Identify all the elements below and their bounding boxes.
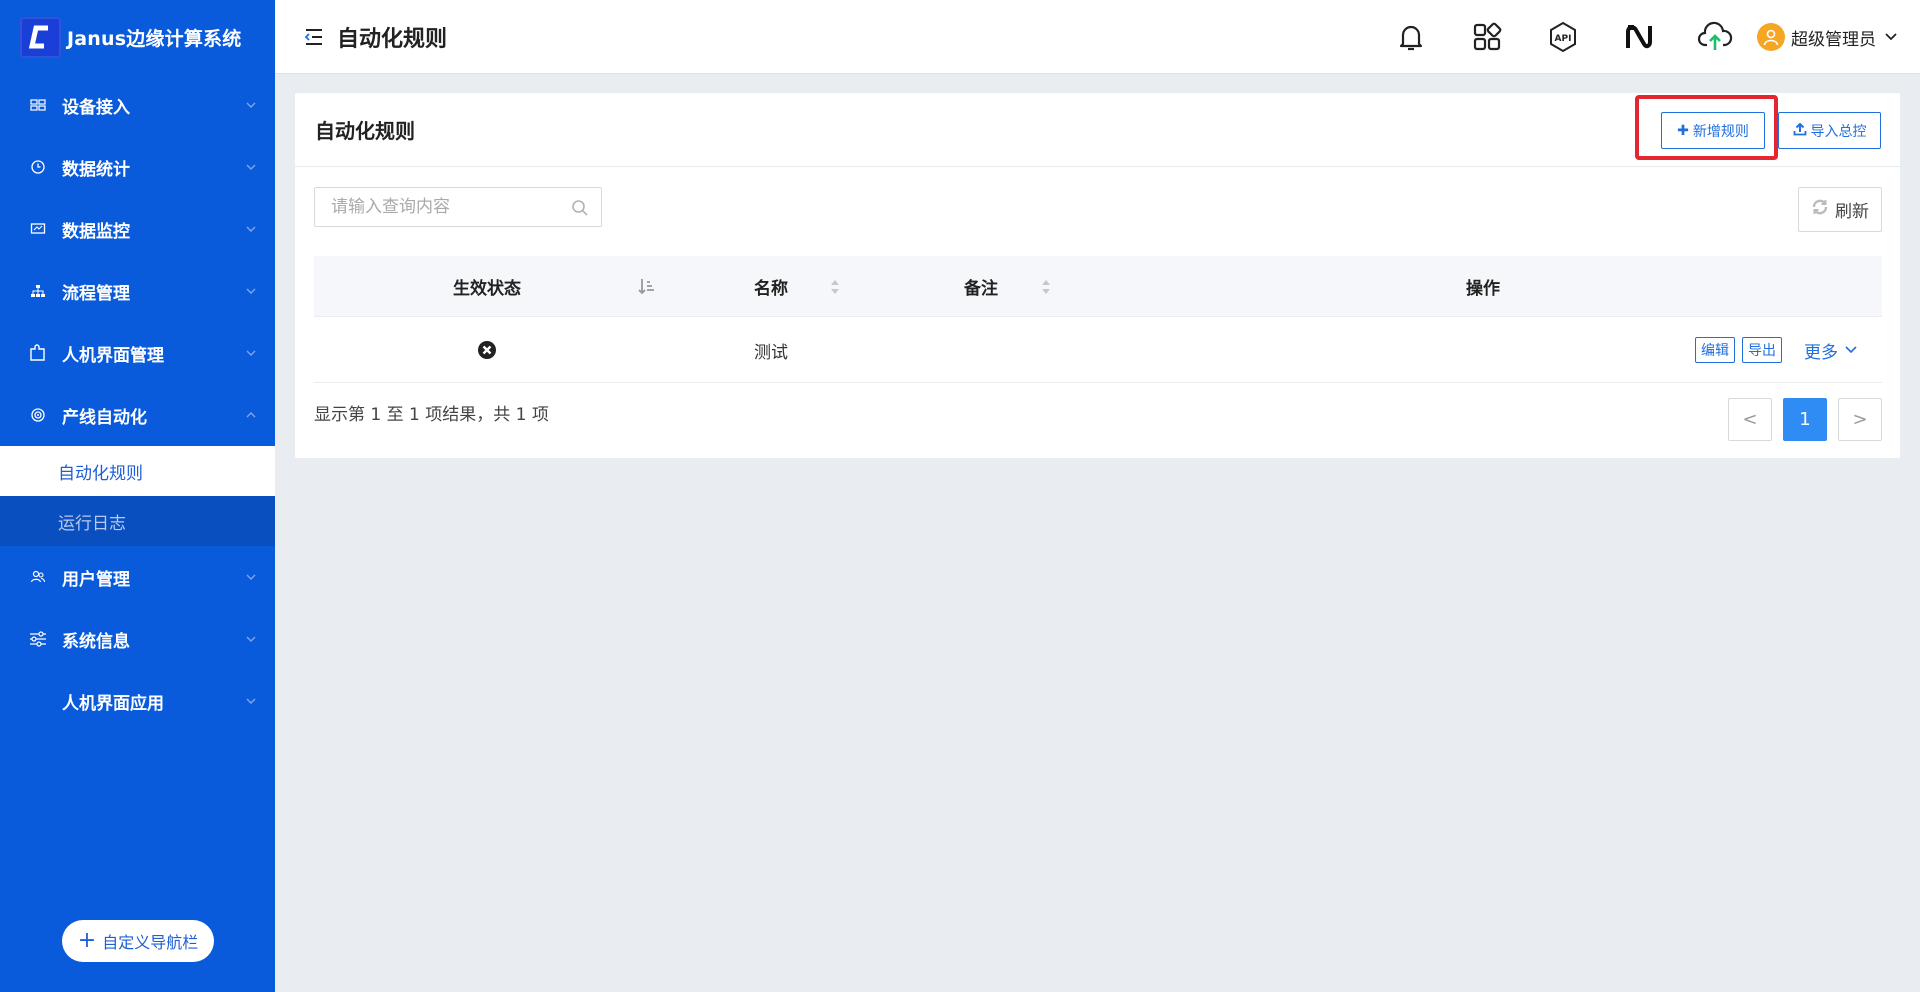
bell-icon[interactable] — [1373, 0, 1449, 74]
sidebar-item-data-monitor[interactable]: 数据监控 — [0, 198, 275, 260]
card-header: 自动化规则 ✚ 新增规则 导入总控 — [295, 93, 1900, 167]
custom-nav-label: 自定义导航栏 — [102, 933, 199, 952]
sidebar-item-system-info[interactable]: 系统信息 — [0, 608, 275, 670]
add-rule-label: 新增规则 — [1692, 123, 1749, 140]
edit-button[interactable]: 编辑 — [1695, 337, 1735, 363]
page-button-current[interactable]: 1 — [1783, 398, 1827, 441]
sidebar-subitem-automation-rules[interactable]: 自动化规则 — [0, 446, 275, 496]
status-cell — [477, 317, 497, 383]
svg-text:API: API — [1555, 34, 1572, 44]
refresh-label: 刷新 — [1835, 202, 1869, 222]
upload-icon — [1793, 122, 1807, 140]
import-master-label: 导入总控 — [1810, 123, 1867, 140]
custom-nav-button[interactable]: + 自定义导航栏 — [62, 920, 214, 962]
sidebar-item-user-management[interactable]: 用户管理 — [0, 546, 275, 608]
refresh-button[interactable]: 刷新 — [1798, 187, 1882, 232]
pagination-summary: 显示第 1 至 1 项结果，共 1 项 — [314, 405, 549, 425]
device-icon — [28, 95, 48, 115]
inactive-status-icon — [478, 341, 496, 359]
puzzle-icon — [28, 343, 48, 363]
sidebar: Janus边缘计算系统 设备接入 数据统计 数据监控 流程管理 人机界面管理 产… — [0, 0, 275, 992]
search-icon[interactable] — [571, 199, 589, 221]
chevron-down-icon — [246, 226, 256, 232]
export-button[interactable]: 导出 — [1742, 337, 1782, 363]
column-header-actions: 操作 — [1466, 279, 1500, 299]
chevron-up-icon — [246, 412, 256, 418]
sidebar-item-label: 人机界面应用 — [62, 693, 164, 714]
api-icon[interactable]: API — [1525, 0, 1601, 74]
avatar — [1757, 23, 1785, 51]
rules-card: 自动化规则 ✚ 新增规则 导入总控 刷新 生效状态 名称 备注 — [295, 93, 1900, 458]
chevron-down-icon — [246, 288, 256, 294]
chevron-down-icon — [246, 636, 256, 642]
blank-icon — [28, 691, 48, 711]
sidebar-item-line-automation[interactable]: 产线自动化 — [0, 384, 275, 446]
chevron-down-icon — [246, 350, 256, 356]
rules-table: 生效状态 名称 备注 操作 测试 编辑 导出 更多 — [314, 256, 1882, 383]
more-dropdown[interactable]: 更多 — [1804, 338, 1858, 363]
column-header-status[interactable]: 生效状态 — [453, 256, 521, 317]
sidebar-subitem-run-log[interactable]: 运行日志 — [0, 496, 275, 546]
cloud-upload-icon[interactable] — [1677, 0, 1753, 74]
name-cell: 测试 — [754, 342, 788, 363]
top-header: 自动化规则 API 超级管理员 — [275, 0, 1920, 74]
plus-icon: ✚ — [1677, 122, 1689, 139]
chevron-down-icon — [246, 164, 256, 170]
table-header: 生效状态 名称 备注 操作 — [314, 256, 1882, 317]
sidebar-item-label: 产线自动化 — [62, 407, 147, 428]
sidebar-item-label: 流程管理 — [62, 283, 130, 304]
more-label: 更多 — [1804, 342, 1838, 363]
chevron-down-icon — [1885, 33, 1897, 41]
page-title: 自动化规则 — [337, 26, 448, 52]
search-box — [314, 187, 602, 227]
card-title: 自动化规则 — [315, 119, 415, 143]
clock-icon — [28, 157, 48, 177]
chevron-down-icon — [1845, 346, 1857, 354]
sidebar-nav: 设备接入 数据统计 数据监控 流程管理 人机界面管理 产线自动化 自动化规则 运… — [0, 74, 275, 732]
column-header-name[interactable]: 名称 — [754, 256, 788, 317]
import-master-button[interactable]: 导入总控 — [1778, 112, 1881, 149]
monitor-icon — [28, 219, 48, 239]
sidebar-item-data-stats[interactable]: 数据统计 — [0, 136, 275, 198]
table-row: 测试 编辑 导出 更多 — [314, 317, 1882, 383]
chevron-down-icon — [246, 698, 256, 704]
chevron-down-icon — [246, 102, 256, 108]
sidebar-item-hmi-management[interactable]: 人机界面管理 — [0, 322, 275, 384]
node-red-icon[interactable] — [1601, 0, 1677, 74]
sidebar-item-device-access[interactable]: 设备接入 — [0, 74, 275, 136]
logo-icon — [20, 16, 61, 58]
app-title: Janus边缘计算系统 — [67, 27, 242, 50]
prev-page-button[interactable]: < — [1728, 398, 1772, 441]
user-name: 超级管理员 — [1791, 29, 1876, 50]
sidebar-item-flow-management[interactable]: 流程管理 — [0, 260, 275, 322]
next-page-button[interactable]: > — [1838, 398, 1882, 441]
sidebar-item-label: 数据统计 — [62, 159, 130, 180]
sort-icon[interactable] — [1040, 277, 1052, 297]
menu-toggle-icon[interactable] — [303, 26, 325, 48]
chevron-down-icon — [246, 574, 256, 580]
sidebar-item-label: 用户管理 — [62, 569, 130, 590]
refresh-icon — [1811, 198, 1829, 221]
flow-icon — [28, 281, 48, 301]
apps-icon[interactable] — [1449, 0, 1525, 74]
logo[interactable]: Janus边缘计算系统 — [0, 0, 275, 74]
sort-icon[interactable] — [829, 277, 841, 297]
sidebar-item-hmi-apps[interactable]: 人机界面应用 — [0, 670, 275, 732]
sidebar-item-label: 设备接入 — [62, 97, 130, 118]
sliders-icon — [28, 629, 48, 649]
sidebar-item-label: 数据监控 — [62, 221, 130, 242]
plus-icon: + — [77, 928, 97, 953]
users-icon — [28, 567, 48, 587]
search-input[interactable] — [331, 197, 561, 217]
actions-cell: 编辑 导出 更多 — [1695, 317, 1858, 383]
sidebar-item-label: 系统信息 — [62, 631, 130, 652]
target-icon — [28, 405, 48, 425]
sidebar-item-label: 人机界面管理 — [62, 345, 164, 366]
sort-desc-icon[interactable] — [638, 277, 656, 297]
column-header-remark[interactable]: 备注 — [964, 256, 998, 317]
user-menu[interactable]: 超级管理员 — [1757, 23, 1898, 51]
add-rule-button[interactable]: ✚ 新增规则 — [1661, 112, 1765, 149]
header-tools: API 超级管理员 — [1373, 0, 1920, 74]
